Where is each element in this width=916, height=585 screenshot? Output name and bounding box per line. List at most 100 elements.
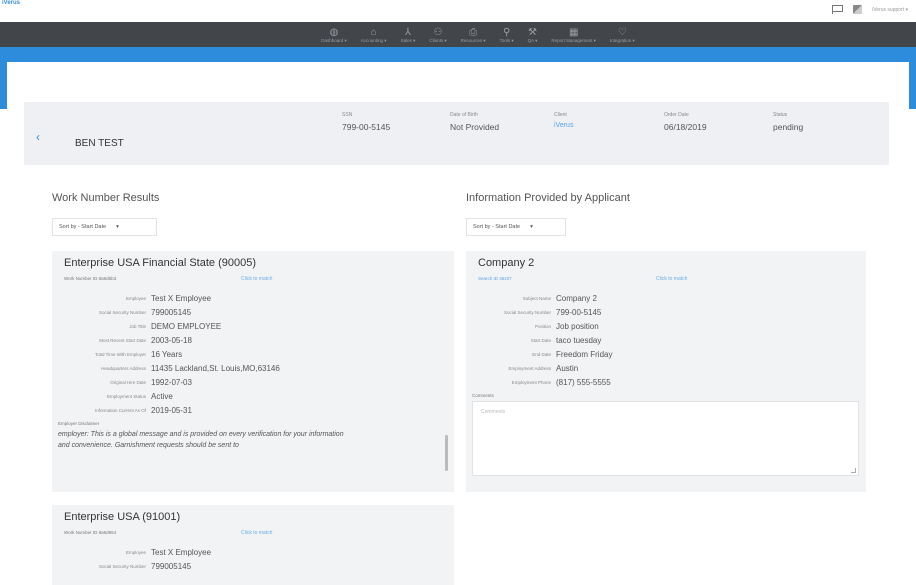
nav-tools[interactable]: ⚲ Tools ▾ xyxy=(500,22,514,47)
field-value: Active xyxy=(151,391,173,401)
field-label: Total Time With Employer xyxy=(94,351,146,357)
back-arrow-icon[interactable]: ‹ xyxy=(36,130,40,144)
field-label: Information Current As Of xyxy=(94,407,146,413)
chevron-down-icon: ▾ xyxy=(116,224,119,230)
nav-report-management[interactable]: ▦ Report Management ▾ xyxy=(551,22,596,47)
field-value: 799-00-5145 xyxy=(556,307,602,317)
comments-placeholder: Comments xyxy=(481,409,506,415)
nav-integration[interactable]: ♡ Integration ▾ xyxy=(610,22,635,47)
nav-dashboard[interactable]: ◍ Dashboard ▾ xyxy=(321,22,347,47)
disclaimer-scrollbar[interactable] xyxy=(445,435,448,471)
field-value: DEMO EMPLOYEE xyxy=(151,321,222,331)
field-row: Total Time With Employer 16 Years xyxy=(52,349,182,359)
user-avatar-icon xyxy=(853,5,863,14)
sort-label: Sort by - Start Date xyxy=(473,224,521,230)
tools-icon: ⚲ xyxy=(502,27,511,38)
field-row: Social Security Number 799-00-5145 xyxy=(466,307,601,317)
field-value: Freedom Friday xyxy=(556,349,613,359)
ssn-value: 799-00-5145 xyxy=(342,122,391,132)
search-id-link[interactable]: Search ID 36107 xyxy=(478,276,512,281)
company-title: Company 2 xyxy=(478,257,535,269)
work-number-id: Work Number ID 8a9d5b3 xyxy=(64,276,117,281)
field-value: taco tuesday xyxy=(556,335,602,345)
client-column: Client iVerus xyxy=(554,112,573,129)
applicant-company-card: Company 2 Search ID 36107 Click to match… xyxy=(466,251,866,492)
flag-icon[interactable] xyxy=(832,5,844,14)
field-value: Test X Employee xyxy=(151,547,212,557)
field-label: Employment Address xyxy=(508,365,551,371)
field-row: Employment Phone (817) 555-5555 xyxy=(466,377,611,387)
applicant-name: BEN TEST xyxy=(75,138,124,149)
field-label: Original Hire Date xyxy=(110,379,146,385)
field-label: Employee xyxy=(125,295,146,301)
client-link[interactable]: iVerus xyxy=(554,122,573,129)
field-row: Headquarters Address 11435 Lackland,St. … xyxy=(52,363,280,373)
field-row: Employment Address Austin xyxy=(466,363,578,373)
field-row: Information Current As Of 2019-05-31 xyxy=(52,405,192,415)
field-row: Employee Test X Employee xyxy=(52,293,211,303)
status-label: Status xyxy=(773,112,788,118)
dob-column: Date of Birth Not Provided xyxy=(450,112,499,132)
left-sort-select[interactable]: Sort by - Start Date ▾ xyxy=(52,218,157,236)
qa-icon: ⚒ xyxy=(528,27,537,38)
right-sort-select[interactable]: Sort by - Start Date ▾ xyxy=(466,218,566,236)
disclaimer-label: Employer Disclaimer xyxy=(58,421,100,426)
disclaimer-text[interactable]: employer: This is a global message and i… xyxy=(58,429,443,451)
nav-qa[interactable]: ⚒ QA ▾ xyxy=(528,22,538,47)
field-row: Subject Name Company 2 xyxy=(466,293,597,303)
client-label: Client xyxy=(554,112,567,118)
order-date-label: Order Date xyxy=(664,112,689,118)
field-label: Social Security Number xyxy=(98,309,146,315)
sort-label: Sort by - Start Date xyxy=(59,224,107,230)
field-label: Start Date xyxy=(530,337,551,343)
nav-sales[interactable]: ⅄ Sales ▾ xyxy=(401,22,416,47)
dob-value: Not Provided xyxy=(450,122,500,132)
field-label: Social Security Number xyxy=(503,309,551,315)
nav-label: Report Management ▾ xyxy=(551,38,596,43)
field-row: Start Date taco tuesday xyxy=(466,335,602,345)
applicant-info-title: Information Provided by Applicant xyxy=(466,192,630,204)
field-value: 16 Years xyxy=(151,349,183,359)
main-nav: ◍ Dashboard ▾ ⌂ Accounting ▾ ⅄ Sales ▾ ⚇… xyxy=(0,22,916,47)
field-row: Original Hire Date 1992-07-03 xyxy=(52,377,192,387)
field-row: Social Security Number 799005145 xyxy=(52,561,191,571)
user-label: iVerus support xyxy=(872,6,905,13)
sales-icon: ⅄ xyxy=(404,27,411,38)
nav-label: QA ▾ xyxy=(527,38,538,43)
nav-clients[interactable]: ⚇ Clients ▾ xyxy=(429,22,446,47)
nav-label: Accounting ▾ xyxy=(360,38,387,43)
dob-label: Date of Birth xyxy=(450,112,478,118)
field-label: Employment Status xyxy=(106,393,146,399)
field-row: Position Job position xyxy=(466,321,599,331)
resize-handle-icon[interactable] xyxy=(851,468,856,473)
status-value: pending xyxy=(773,122,804,132)
field-value: (817) 555-5555 xyxy=(556,377,611,387)
applicant-header: ‹ BEN TEST SSN 799-00-5145 Date of Birth… xyxy=(24,102,889,165)
nav-label: Tools ▾ xyxy=(499,38,514,43)
comments-textarea[interactable]: Comments xyxy=(472,401,859,476)
comments-label: Comments xyxy=(472,393,494,398)
field-value: Test X Employee xyxy=(151,293,212,303)
user-menu[interactable]: iVerus support ▾ xyxy=(872,7,908,13)
click-to-match-link[interactable]: Click to match xyxy=(656,276,687,282)
field-value: 2003-05-18 xyxy=(151,335,192,345)
top-bar: iVerus iVerus support ▾ xyxy=(0,0,916,22)
nav-label: Clients ▾ xyxy=(429,38,447,43)
order-date-column: Order Date 06/18/2019 xyxy=(664,112,707,132)
field-row: End Date Freedom Friday xyxy=(466,349,612,359)
ssn-column: SSN 799-00-5145 xyxy=(342,112,390,132)
work-number-card-1: Enterprise USA Financial State (90005) W… xyxy=(52,251,454,492)
field-value: 11435 Lackland,St. Louis,MO,63146 xyxy=(151,363,280,373)
ssn-label: SSN xyxy=(342,112,353,118)
nav-resources[interactable]: ⎙ Resources ▾ xyxy=(461,22,486,47)
field-value: Austin xyxy=(556,363,579,373)
click-to-match-link[interactable]: Click to match xyxy=(241,530,272,536)
nav-accounting[interactable]: ⌂ Accounting ▾ xyxy=(361,22,387,47)
field-row: Job Title DEMO EMPLOYEE xyxy=(52,321,221,331)
click-to-match-link[interactable]: Click to match xyxy=(241,276,272,282)
field-label: Subject Name xyxy=(522,295,551,301)
field-label: Headquarters Address xyxy=(101,365,146,371)
nav-label: Integration ▾ xyxy=(609,38,635,43)
field-label: Social Security Number xyxy=(98,563,146,569)
field-value: 799005145 xyxy=(151,561,192,571)
